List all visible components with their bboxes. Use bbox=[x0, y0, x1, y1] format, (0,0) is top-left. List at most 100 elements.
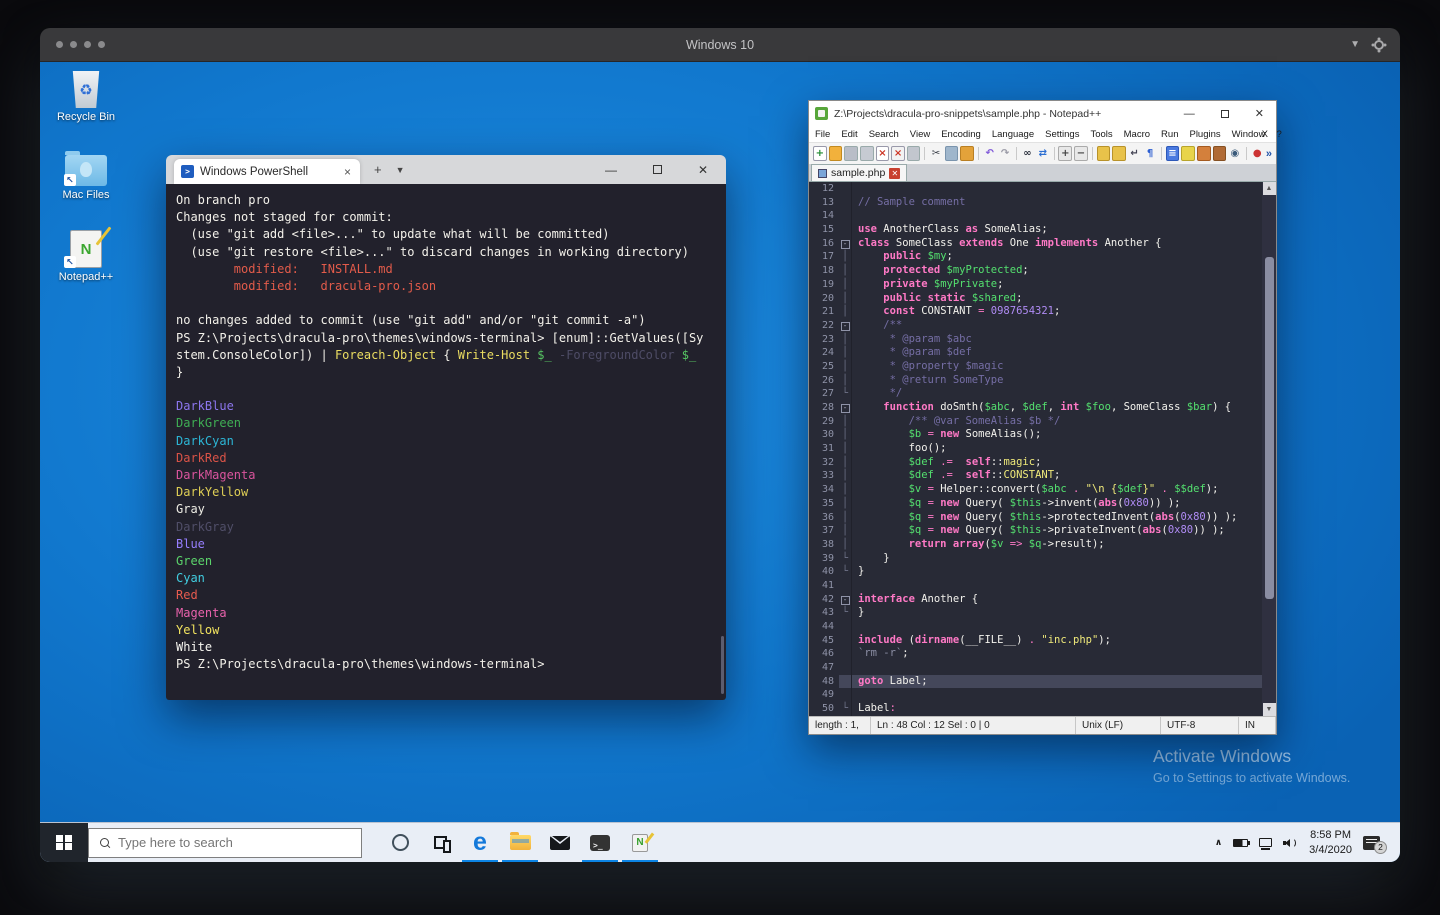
code-editor[interactable]: 12 13 // Sample comment 14 15 use AnotherClas… bbox=[809, 182, 1276, 716]
monitoring-icon[interactable]: ◉ bbox=[1228, 146, 1241, 161]
line-number: 14 bbox=[821, 210, 834, 222]
cortana-icon bbox=[391, 834, 409, 851]
folder-as-workspace-icon[interactable] bbox=[1212, 146, 1227, 161]
fold-margin[interactable]: - bbox=[839, 593, 851, 607]
notepadpp-titlebar[interactable]: Z:\Projects\dracula-pro-snippets\sample.… bbox=[809, 101, 1276, 126]
npp-close-button[interactable]: ✕ bbox=[1255, 107, 1264, 120]
print-icon[interactable] bbox=[906, 146, 921, 161]
code-line: 40 └} bbox=[809, 565, 1262, 579]
action-center-icon[interactable]: 2 bbox=[1363, 835, 1387, 854]
taskbar-app-notepadpp[interactable]: N bbox=[620, 823, 660, 862]
taskbar-app-task-view[interactable] bbox=[420, 823, 460, 863]
paste-icon[interactable] bbox=[960, 146, 975, 161]
code-text: const CONSTANT = 0987654321; bbox=[851, 305, 1262, 319]
fold-margin[interactable]: - bbox=[839, 319, 851, 333]
npp-minimize-button[interactable]: — bbox=[1184, 108, 1195, 120]
volume-icon[interactable] bbox=[1283, 837, 1298, 849]
code-text: function doSmth($abc, $def, int $foo, So… bbox=[851, 401, 1262, 415]
toolbar-overflow-icon[interactable]: » bbox=[1266, 148, 1272, 160]
terminal-line: PS Z:\Projects\dracula-pro\themes\window… bbox=[176, 330, 704, 345]
new-tab-button[interactable]: + bbox=[374, 162, 382, 177]
close-document-icon[interactable]: × bbox=[875, 146, 890, 161]
line-number: 23 bbox=[821, 333, 834, 345]
code-line: 12 bbox=[809, 182, 1262, 196]
terminal-line: Green bbox=[176, 553, 213, 568]
fold-margin[interactable]: - bbox=[839, 237, 851, 251]
menu-item-[interactable]: ? bbox=[1276, 129, 1281, 140]
replace-icon[interactable]: ⇄ bbox=[1036, 146, 1049, 161]
record-macro-icon[interactable]: ● bbox=[1251, 146, 1264, 161]
sync-horizontal-icon[interactable] bbox=[1112, 146, 1126, 161]
menu-item-search[interactable]: Search bbox=[869, 129, 899, 140]
menu-item-tools[interactable]: Tools bbox=[1090, 129, 1112, 140]
menu-item-window[interactable]: Window bbox=[1232, 129, 1266, 140]
menu-item-file[interactable]: File bbox=[815, 129, 830, 140]
find-icon[interactable]: ∞ bbox=[1021, 146, 1034, 161]
menu-item-language[interactable]: Language bbox=[992, 129, 1034, 140]
cut-icon[interactable]: ✂ bbox=[929, 146, 942, 161]
vm-dropdown-icon[interactable]: ▼ bbox=[1350, 39, 1360, 50]
save-all-icon[interactable] bbox=[859, 146, 874, 161]
code-text: `rm -r`; bbox=[851, 647, 1262, 662]
sync-vertical-icon[interactable] bbox=[1096, 146, 1111, 161]
terminal-tab-powershell[interactable]: > Windows PowerShell × bbox=[174, 159, 360, 184]
taskbar-search[interactable] bbox=[88, 827, 362, 858]
document-map-icon[interactable] bbox=[1181, 146, 1195, 161]
terminal-titlebar[interactable]: > Windows PowerShell × + ▼ — ✕ bbox=[166, 155, 726, 184]
taskbar-app-mail[interactable] bbox=[540, 823, 580, 863]
chevron-down-icon[interactable]: ▼ bbox=[396, 165, 405, 175]
terminal-maximize-button[interactable] bbox=[634, 155, 680, 184]
taskbar-app-edge[interactable]: e bbox=[460, 823, 500, 862]
save-icon[interactable] bbox=[844, 146, 858, 161]
search-input[interactable] bbox=[118, 835, 361, 850]
npp-maximize-button[interactable] bbox=[1220, 109, 1229, 118]
hidden-icons-chevron[interactable]: ∧ bbox=[1215, 837, 1222, 848]
menu-item-settings[interactable]: Settings bbox=[1045, 129, 1079, 140]
zoom-out-icon[interactable]: − bbox=[1074, 146, 1088, 161]
desktop-icon-mac-files[interactable]: ↖ Mac Files bbox=[48, 144, 124, 201]
terminal-content[interactable]: On branch pro Changes not staged for comm… bbox=[166, 184, 726, 700]
gear-icon[interactable] bbox=[1374, 39, 1384, 50]
open-file-icon[interactable] bbox=[828, 146, 843, 161]
terminal-minimize-button[interactable]: — bbox=[588, 155, 634, 184]
indent-guide-icon[interactable]: ≡ bbox=[1165, 146, 1180, 161]
menu-item-encoding[interactable]: Encoding bbox=[941, 129, 981, 140]
menu-item-plugins[interactable]: Plugins bbox=[1189, 129, 1220, 140]
tab-sample-php[interactable]: sample.php ✕ bbox=[811, 164, 908, 181]
fold-margin[interactable]: - bbox=[839, 401, 851, 415]
scrollbar-thumb[interactable] bbox=[1264, 256, 1274, 599]
function-list-icon[interactable] bbox=[1196, 146, 1211, 161]
terminal-close-button[interactable]: ✕ bbox=[680, 155, 726, 184]
start-button[interactable] bbox=[40, 822, 88, 862]
zoom-in-icon[interactable]: + bbox=[1058, 146, 1073, 161]
terminal-scrollbar[interactable] bbox=[721, 636, 724, 694]
taskbar-app-file-explorer[interactable] bbox=[500, 823, 540, 862]
network-icon[interactable] bbox=[1259, 838, 1273, 850]
desktop-icon-recycle-bin[interactable]: ♻ Recycle Bin bbox=[48, 66, 124, 123]
code-line: 18 │ protected $myProtected; bbox=[809, 264, 1262, 278]
undo-icon[interactable]: ↶ bbox=[983, 146, 996, 161]
battery-icon[interactable] bbox=[1233, 838, 1251, 847]
file-explorer-icon bbox=[509, 832, 531, 850]
taskbar-app-windows-terminal[interactable]: >_ bbox=[580, 823, 620, 862]
taskbar-app-cortana[interactable] bbox=[380, 823, 420, 863]
windows-desktop[interactable]: ♻ Recycle Bin ↖ Mac Files N ↖ Notepad++ … bbox=[40, 62, 1400, 862]
redo-icon[interactable]: ↷ bbox=[998, 146, 1011, 161]
scroll-down-icon[interactable]: ▼ bbox=[1262, 703, 1276, 716]
word-wrap-icon[interactable]: ↵ bbox=[1128, 146, 1141, 161]
scroll-up-icon[interactable]: ▲ bbox=[1262, 182, 1276, 195]
menu-item-edit[interactable]: Edit bbox=[841, 129, 857, 140]
menubar-close-icon[interactable]: X bbox=[1262, 129, 1268, 140]
copy-icon[interactable] bbox=[944, 146, 959, 161]
taskbar-clock[interactable]: 8:58 PM 3/4/2020 bbox=[1309, 828, 1352, 857]
new-file-icon[interactable]: + bbox=[813, 146, 827, 161]
desktop-icon-notepadpp[interactable]: N ↖ Notepad++ bbox=[48, 226, 124, 283]
tab-close-icon[interactable]: ✕ bbox=[889, 167, 901, 179]
show-all-characters-icon[interactable]: ¶ bbox=[1143, 146, 1156, 161]
close-all-documents-icon[interactable]: × bbox=[891, 146, 905, 161]
editor-scrollbar[interactable]: ▲ ▼ bbox=[1262, 182, 1276, 716]
tab-close-icon[interactable]: × bbox=[342, 165, 353, 179]
menu-item-macro[interactable]: Macro bbox=[1124, 129, 1150, 140]
menu-item-view[interactable]: View bbox=[910, 129, 930, 140]
menu-item-run[interactable]: Run bbox=[1161, 129, 1178, 140]
